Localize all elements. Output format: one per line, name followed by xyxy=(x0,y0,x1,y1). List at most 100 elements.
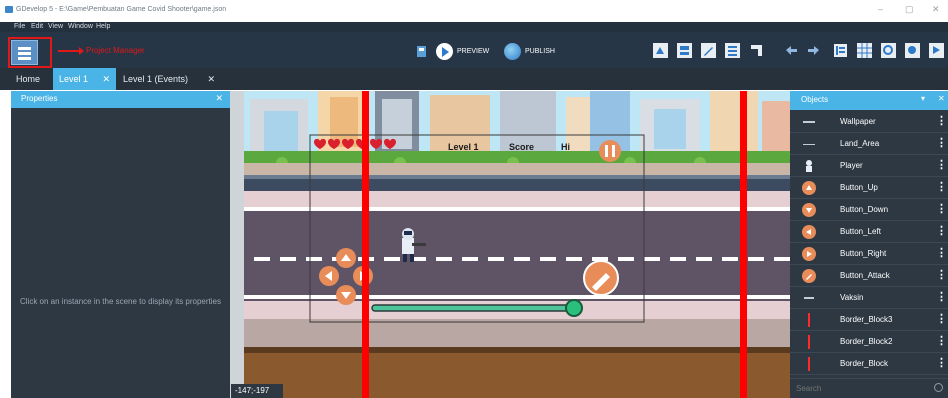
events-list-icon[interactable] xyxy=(832,42,849,59)
undo-icon[interactable] xyxy=(784,44,799,59)
tab-label: Home xyxy=(16,74,41,84)
properties-panel xyxy=(11,91,230,398)
object-name: Border_Block2 xyxy=(840,337,893,346)
scene-settings-icon[interactable] xyxy=(928,42,945,59)
object-name: Button_Down xyxy=(840,205,889,214)
menu-window[interactable]: Window xyxy=(68,23,93,30)
object-item-button-right[interactable]: Button_Right ⋮ xyxy=(790,243,948,265)
zoom-icon[interactable] xyxy=(880,42,897,59)
object-item-border-block3[interactable]: Border_Block3 ⋮ xyxy=(790,309,948,331)
properties-close-icon[interactable]: ✕ xyxy=(215,93,223,104)
scene-artwork xyxy=(230,91,790,398)
object-item-border-block[interactable]: Border_Block ⋮ xyxy=(790,353,948,375)
redo-icon[interactable] xyxy=(806,44,821,59)
edit-object-icon[interactable] xyxy=(700,42,717,59)
tab-level-1[interactable]: Level 1 ✕ xyxy=(53,68,116,90)
border-block-right xyxy=(740,91,747,398)
gdevelop-app-icon xyxy=(5,6,13,13)
properties-panel-icon[interactable] xyxy=(724,42,741,59)
menu-help[interactable]: Help xyxy=(96,23,110,30)
layers-icon[interactable] xyxy=(676,42,693,59)
cursor-coordinates: -147;-197 xyxy=(231,384,283,398)
object-menu-icon[interactable]: ⋮ xyxy=(936,312,947,325)
menu-file[interactable]: File xyxy=(14,23,25,30)
object-name: Wallpaper xyxy=(840,117,876,126)
objects-search-input[interactable] xyxy=(796,382,926,395)
object-item-button-attack[interactable]: Button_Attack ⋮ xyxy=(790,265,948,287)
object-menu-icon[interactable]: ⋮ xyxy=(936,356,947,369)
hud-hi-text: Hi xyxy=(561,142,570,152)
preview-button[interactable]: PREVIEW xyxy=(436,42,489,60)
object-menu-icon[interactable]: ⋮ xyxy=(936,158,947,171)
object-menu-icon[interactable]: ⋮ xyxy=(936,246,947,259)
window-mask-icon[interactable] xyxy=(904,42,921,59)
window-title: GDevelop 5 - E:\Game\Pembuatan Game Covi… xyxy=(16,6,227,13)
window-title-bar: GDevelop 5 - E:\Game\Pembuatan Game Covi… xyxy=(0,0,948,22)
vaccine-bar xyxy=(371,304,573,312)
line-icon xyxy=(803,144,815,145)
globe-icon xyxy=(504,42,521,60)
scene-canvas[interactable]: Level 1 Score Hi xyxy=(230,91,790,398)
object-name: Button_Left xyxy=(840,227,881,236)
object-item-border-block2[interactable]: Border_Block2 ⋮ xyxy=(790,331,948,353)
objects-header: Objects ▾ ✕ xyxy=(790,91,948,110)
line-icon xyxy=(803,121,815,123)
layer-order-icon[interactable] xyxy=(748,42,765,59)
scene-icon[interactable] xyxy=(414,44,429,59)
publish-button[interactable]: PUBLISH xyxy=(504,42,555,60)
object-menu-icon[interactable]: ⋮ xyxy=(936,290,947,303)
vaccine-icon xyxy=(804,297,814,299)
object-name: Border_Block3 xyxy=(840,315,893,324)
arrow-right-button-icon xyxy=(802,247,816,261)
close-window-button[interactable]: ✕ xyxy=(932,4,940,15)
tab-home[interactable]: Home xyxy=(10,68,52,90)
hud-level-text: Level 1 xyxy=(448,142,479,152)
properties-header: Properties ✕ xyxy=(11,91,230,108)
object-menu-icon[interactable]: ⋮ xyxy=(936,136,947,149)
objects-title: Objects xyxy=(801,95,829,104)
object-name: Land_Area xyxy=(840,139,880,148)
red-bar-icon xyxy=(808,313,810,327)
object-menu-icon[interactable]: ⋮ xyxy=(936,202,947,215)
object-menu-icon[interactable]: ⋮ xyxy=(936,334,947,347)
maximize-button[interactable]: ▢ xyxy=(905,4,914,15)
object-menu-icon[interactable]: ⋮ xyxy=(936,180,947,193)
object-item-wallpaper[interactable]: Wallpaper ⋮ xyxy=(790,111,948,133)
object-item-land-area[interactable]: Land_Area ⋮ xyxy=(790,133,948,155)
tab-close-icon[interactable]: ✕ xyxy=(207,74,215,85)
object-item-button-down[interactable]: Button_Down ⋮ xyxy=(790,199,948,221)
object-menu-icon[interactable]: ⋮ xyxy=(936,224,947,237)
tab-close-icon[interactable]: ✕ xyxy=(102,74,110,85)
menu-bar: File Edit View Window Help xyxy=(0,22,948,32)
object-name: Button_Attack xyxy=(840,271,890,280)
tab-level-1-events[interactable]: Level 1 (Events) ✕ xyxy=(117,68,221,90)
annotation-project-manager-label: Project Manager xyxy=(86,46,145,55)
player-icon xyxy=(806,160,812,172)
border-block-left xyxy=(362,91,369,398)
object-name: Button_Up xyxy=(840,183,878,192)
object-name: Vaksin xyxy=(840,293,864,302)
properties-title: Properties xyxy=(21,94,58,103)
annotation-arrow xyxy=(58,47,84,55)
objects-search-bar xyxy=(790,378,948,398)
minimize-button[interactable]: – xyxy=(878,4,883,14)
instances-list-icon[interactable] xyxy=(652,42,669,59)
objects-collapse-icon[interactable]: ▾ xyxy=(921,94,925,103)
search-icon[interactable] xyxy=(934,383,943,392)
preview-label: PREVIEW xyxy=(457,47,490,55)
object-menu-icon[interactable]: ⋮ xyxy=(936,114,947,127)
red-bar-icon xyxy=(808,335,810,349)
hud-score-text: Score xyxy=(509,142,535,152)
object-item-player[interactable]: Player ⋮ xyxy=(790,155,948,177)
menu-edit[interactable]: Edit xyxy=(31,23,43,30)
object-item-vaksin[interactable]: Vaksin ⋮ xyxy=(790,287,948,309)
grid-icon[interactable] xyxy=(856,42,873,59)
object-name: Border_Block xyxy=(840,359,889,368)
object-menu-icon[interactable]: ⋮ xyxy=(936,268,947,281)
arrow-down-button-icon xyxy=(802,203,816,217)
object-item-button-up[interactable]: Button_Up ⋮ xyxy=(790,177,948,199)
menu-view[interactable]: View xyxy=(48,23,63,30)
objects-close-icon[interactable]: ✕ xyxy=(938,94,945,103)
play-icon xyxy=(436,42,453,60)
object-item-button-left[interactable]: Button_Left ⋮ xyxy=(790,221,948,243)
